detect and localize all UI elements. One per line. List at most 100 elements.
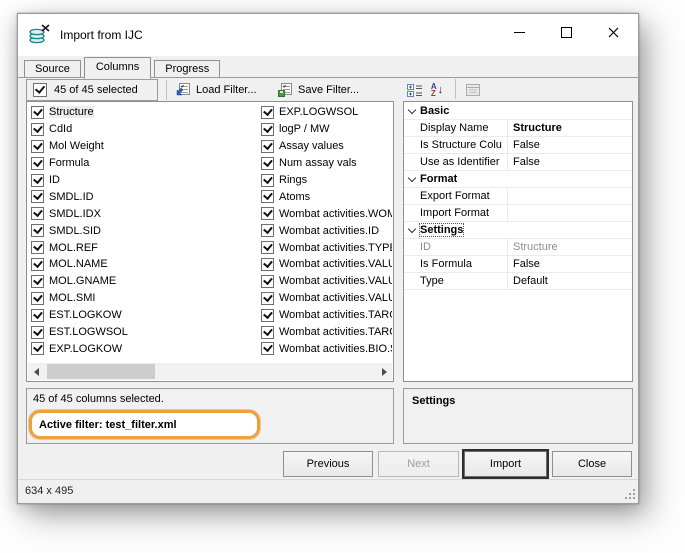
column-list-item[interactable]: CdId [31,121,257,138]
column-list-item[interactable]: MOL.NAME [31,256,257,273]
property-value[interactable]: False [508,258,632,270]
column-list-item[interactable]: Wombat activities.VALUI [261,290,392,307]
property-row-is-formula[interactable]: Is Formula False [404,256,632,273]
column-list-item[interactable]: SMDL.SID [31,222,257,239]
property-row-export-format[interactable]: Export Format [404,188,632,205]
column-list-item[interactable]: logP / MW [261,121,392,138]
columns-checkbox-list[interactable]: Structure CdId Mol Weight Formula ID SMD… [26,101,394,382]
categorized-view-button[interactable] [403,78,427,102]
column-list-item[interactable]: Formula [31,155,257,172]
property-value[interactable]: False [508,139,632,151]
checkbox-checked-icon[interactable] [261,342,274,356]
checkbox-checked-icon[interactable] [31,257,44,271]
previous-button[interactable]: Previous [283,451,373,477]
checkbox-checked-icon[interactable] [31,308,44,322]
column-list-item[interactable]: Rings [261,172,392,189]
save-filter-button[interactable]: Save Filter... [273,79,363,101]
column-list-item[interactable]: Wombat activities.VALUI [261,256,392,273]
load-filter-button[interactable]: Load Filter... [171,79,261,101]
scroll-left-button[interactable] [28,363,44,380]
property-value[interactable]: Structure [508,122,632,134]
column-list-item[interactable]: Wombat activities.VALUI [261,273,392,290]
checkbox-checked-icon[interactable] [31,156,44,170]
property-row-use-as-identifier[interactable]: Use as Identifier False [404,154,632,171]
column-list-item[interactable]: Mol Weight [31,138,257,155]
checkbox-checked-icon[interactable] [261,190,274,204]
checkbox-checked-icon[interactable] [261,241,274,255]
checkbox-checked-icon[interactable] [31,241,44,255]
checkbox-checked-icon[interactable] [261,291,274,305]
checkbox-checked-icon[interactable] [31,105,44,119]
minimize-button[interactable] [496,15,543,49]
checkbox-checked-icon[interactable] [261,173,274,187]
column-list-item[interactable]: ID [31,172,257,189]
close-dialog-button[interactable]: Close [552,451,632,477]
property-group-format[interactable]: Format [404,171,632,188]
property-value[interactable]: False [508,156,632,168]
property-row-is-structure-column[interactable]: Is Structure Colu False [404,137,632,154]
tab-source[interactable]: Source [24,60,81,78]
resize-grip[interactable] [624,489,635,500]
maximize-button[interactable] [543,15,590,49]
column-list-item[interactable]: SMDL.ID [31,188,257,205]
property-group-settings[interactable]: Settings [404,222,632,239]
checkbox-checked-icon[interactable] [31,274,44,288]
column-list-item[interactable]: MOL.GNAME [31,273,257,290]
column-list-item[interactable]: EXP.LOGKOW [31,340,257,357]
sort-alphabetically-button[interactable]: AZ ↓ [425,78,449,102]
column-list-item[interactable]: SMDL.IDX [31,205,257,222]
select-all-checkbox[interactable] [33,83,47,97]
checkbox-checked-icon[interactable] [261,274,274,288]
checkbox-checked-icon[interactable] [261,156,274,170]
column-list-item[interactable]: Wombat activities.TARG [261,307,392,324]
column-list-item[interactable]: Wombat activities.TYPE [261,239,392,256]
column-list-item[interactable]: EXP.LOGWSOL [261,104,392,121]
column-list-item[interactable]: Assay values [261,138,392,155]
checkbox-checked-icon[interactable] [261,139,274,153]
column-list-item[interactable]: Wombat activities.BIO.S [261,340,392,357]
column-list-item[interactable]: MOL.REF [31,239,257,256]
chevron-down-icon[interactable] [404,105,420,114]
property-row-id[interactable]: ID Structure [404,239,632,256]
scrollbar-thumb[interactable] [47,364,155,379]
column-list-item[interactable]: Atoms [261,188,392,205]
property-row-display-name[interactable]: Display Name Structure [404,120,632,137]
title-bar[interactable]: Import from IJC [18,14,638,56]
property-group-basic[interactable]: Basic [404,103,632,120]
checkbox-checked-icon[interactable] [31,139,44,153]
horizontal-scrollbar[interactable] [28,363,392,380]
property-value[interactable]: Default [508,275,632,287]
tab-columns[interactable]: Columns [83,57,152,79]
scroll-right-button[interactable] [376,363,392,380]
checkbox-checked-icon[interactable] [31,342,44,356]
column-list-item[interactable]: Wombat activities.WOM [261,205,392,222]
checkbox-checked-icon[interactable] [31,122,44,136]
checkbox-checked-icon[interactable] [261,325,274,339]
checkbox-checked-icon[interactable] [261,224,274,238]
property-row-type[interactable]: Type Default [404,273,632,290]
property-row-import-format[interactable]: Import Format [404,205,632,222]
checkbox-checked-icon[interactable] [31,224,44,238]
column-list-item[interactable]: Structure [31,104,257,121]
checkbox-checked-icon[interactable] [31,173,44,187]
column-list-item[interactable]: Wombat activities.TARG [261,324,392,341]
checkbox-checked-icon[interactable] [31,291,44,305]
checkbox-checked-icon[interactable] [31,190,44,204]
column-list-item[interactable]: Wombat activities.ID [261,222,392,239]
checkbox-checked-icon[interactable] [31,207,44,221]
checkbox-checked-icon[interactable] [261,257,274,271]
column-list-item[interactable]: EST.LOGKOW [31,307,257,324]
checkbox-checked-icon[interactable] [261,308,274,322]
column-list-item[interactable]: MOL.SMI [31,290,257,307]
chevron-down-icon[interactable] [404,173,420,182]
chevron-down-icon[interactable] [404,224,420,233]
checkbox-checked-icon[interactable] [261,122,274,136]
column-list-item[interactable]: Num assay vals [261,155,392,172]
properties-sheet[interactable]: Basic Display Name Structure Is Structur… [403,101,633,382]
close-button[interactable] [590,15,637,49]
tab-progress[interactable]: Progress [154,60,221,78]
column-list-item[interactable]: EST.LOGWSOL [31,324,257,341]
checkbox-checked-icon[interactable] [31,325,44,339]
checkbox-checked-icon[interactable] [261,105,274,119]
checkbox-checked-icon[interactable] [261,207,274,221]
